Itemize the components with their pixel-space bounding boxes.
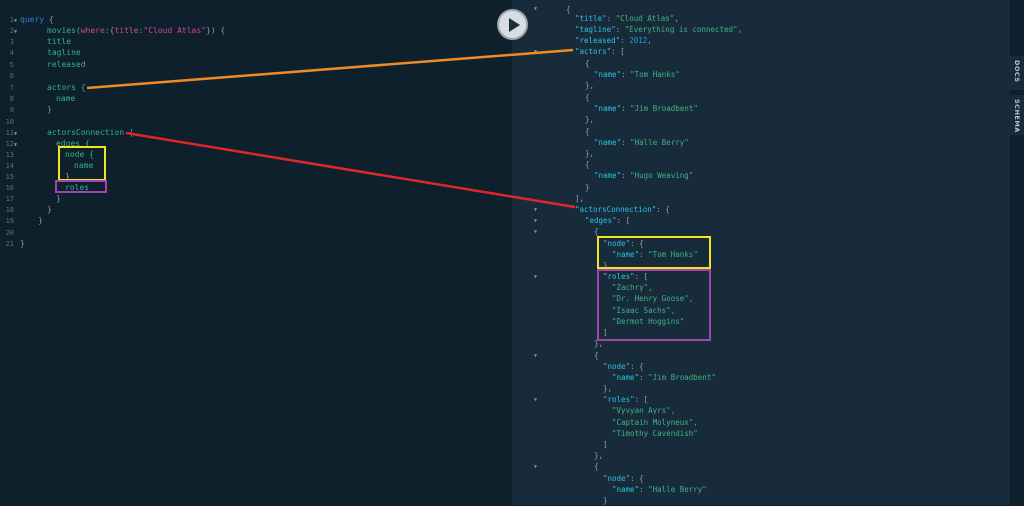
fold-arrow-icon[interactable]: ▼ <box>534 229 537 235</box>
result-edge3-node-close: } <box>603 496 608 505</box>
code-line-2[interactable]: movies(where:{title:"Cloud Atlas"}) { <box>47 25 225 36</box>
code-line-9[interactable]: } <box>47 104 52 115</box>
query-keyword: query <box>20 15 45 24</box>
code-line-8[interactable]: name <box>56 93 75 104</box>
fold-arrow-icon[interactable]: ▼ <box>534 464 537 470</box>
result-actor-3: "name": "Halle Berry" <box>594 138 689 147</box>
line-number: 1 <box>9 16 14 24</box>
fold-arrow-icon[interactable]: ▼ <box>14 18 17 24</box>
line-number: 16 <box>5 184 14 192</box>
line-number: 15 <box>5 173 14 181</box>
result-node-highlight-box <box>597 236 711 269</box>
result-edge2-node: "node": { <box>603 362 644 371</box>
fold-arrow-icon[interactable]: ▼ <box>14 142 17 148</box>
code-line-5[interactable]: released <box>47 59 86 70</box>
result-actor-4: "name": "Hugo Weaving" <box>594 171 694 180</box>
result-released: "released": 2012, <box>575 36 652 45</box>
line-number: 17 <box>5 195 14 203</box>
line-number: 11 <box>5 129 14 137</box>
node-highlight-box <box>58 146 106 181</box>
title-arg: title <box>114 26 139 35</box>
where-arg: where <box>80 26 105 35</box>
result-edge2-name: "name": "Jim Broadbent" <box>612 373 716 382</box>
result-actor-2: "name": "Jim Broadbent" <box>594 104 698 113</box>
result-edge-close: }, <box>594 451 604 460</box>
line-number: 6 <box>9 72 14 80</box>
result-open-brace: { <box>566 5 571 14</box>
code-line-4[interactable]: tagline <box>47 47 81 58</box>
fold-arrow-icon[interactable]: ▼ <box>534 6 537 12</box>
result-actors-close: ], <box>575 194 585 203</box>
result-roles-highlight-box <box>597 269 711 341</box>
code-line-18[interactable]: } <box>47 204 52 215</box>
result-edge-open: { <box>594 462 599 471</box>
fold-arrow-icon[interactable]: ▼ <box>534 274 537 280</box>
fold-arrow-icon[interactable]: ▼ <box>14 131 17 137</box>
fold-arrow-icon[interactable]: ▼ <box>534 397 537 403</box>
result-title: "title": "Cloud Atlas", <box>575 14 679 23</box>
line-number: 18 <box>5 206 14 214</box>
result-actor-open: { <box>585 59 590 68</box>
result-actor-open: { <box>585 93 590 102</box>
result-actor-1: "name": "Tom Hanks" <box>594 70 680 79</box>
line-number: 3 <box>9 38 14 46</box>
line-number: 7 <box>9 84 14 92</box>
result-edge2-roles-key: "roles": [ <box>603 395 649 404</box>
result-edge2-role: "Vyvyan Ayrs", <box>612 406 676 415</box>
result-edge3-node: "node": { <box>603 474 644 483</box>
roles-highlight-box <box>55 180 107 193</box>
code-line-3[interactable]: title <box>47 36 71 47</box>
play-icon <box>509 18 520 32</box>
result-edge2-node-close: }, <box>603 384 613 393</box>
line-number: 9 <box>9 106 14 114</box>
result-actor-close: }, <box>585 115 595 124</box>
result-pane[interactable] <box>512 0 1010 505</box>
result-actor-close: } <box>585 183 590 192</box>
code-line-7[interactable]: actors { <box>47 82 86 93</box>
result-edge2-role: "Captain Molyneux", <box>612 418 698 427</box>
result-edge3-name: "name": "Halle Berry" <box>612 485 707 494</box>
fold-arrow-icon[interactable]: ▼ <box>534 49 537 55</box>
fold-arrow-icon[interactable]: ▼ <box>534 218 537 224</box>
run-query-button[interactable] <box>497 9 528 40</box>
fold-arrow-icon[interactable]: ▼ <box>14 29 17 35</box>
result-edges-key: "edges": [ <box>585 216 631 225</box>
result-actor-open: { <box>585 127 590 136</box>
result-edge2-role: "Timothy Cavendish" <box>612 429 698 438</box>
fold-arrow-icon[interactable]: ▼ <box>534 353 537 359</box>
line-number: 19 <box>5 217 14 225</box>
line-number: 20 <box>5 229 14 237</box>
code-line-21[interactable]: } <box>20 238 25 249</box>
fold-arrow-icon[interactable]: ▼ <box>534 207 537 213</box>
line-number: 10 <box>5 118 14 126</box>
movies-field: movies <box>47 26 76 35</box>
result-edge-open: { <box>594 351 599 360</box>
code-line-1[interactable]: query { <box>20 14 54 25</box>
line-number: 2 <box>9 27 14 35</box>
code-line-19[interactable]: } <box>38 215 43 226</box>
line-number: 21 <box>5 240 14 248</box>
result-actors-key: "actors": [ <box>575 47 625 56</box>
docs-tab[interactable]: DOCS <box>1010 56 1024 90</box>
line-number: 14 <box>5 162 14 170</box>
code-line-11[interactable]: actorsConnection { <box>47 127 134 138</box>
line-number: 4 <box>9 49 14 57</box>
title-arg-value: "Cloud Atlas" <box>143 26 207 35</box>
result-edge2-roles-close: ] <box>603 440 608 449</box>
result-actor-close: }, <box>585 149 595 158</box>
result-actor-open: { <box>585 160 590 169</box>
result-actor-close: }, <box>585 81 595 90</box>
line-number: 8 <box>9 95 14 103</box>
result-tagline: "tagline": "Everything is connected", <box>575 25 743 34</box>
line-number: 5 <box>9 61 14 69</box>
code-line-17[interactable]: } <box>56 193 61 204</box>
query-editor[interactable]: 1 ▼ 2 ▼ 3 4 5 6 7 8 9 10 11 ▼ 12 ▼ 13 14 15 16 17 18 19 20 21 qu… <box>0 0 512 505</box>
line-number: 13 <box>5 151 14 159</box>
line-number: 12 <box>5 140 14 148</box>
result-connection-key: "actorsConnection": { <box>575 205 670 214</box>
schema-tab[interactable]: SCHEMA <box>1010 95 1024 135</box>
